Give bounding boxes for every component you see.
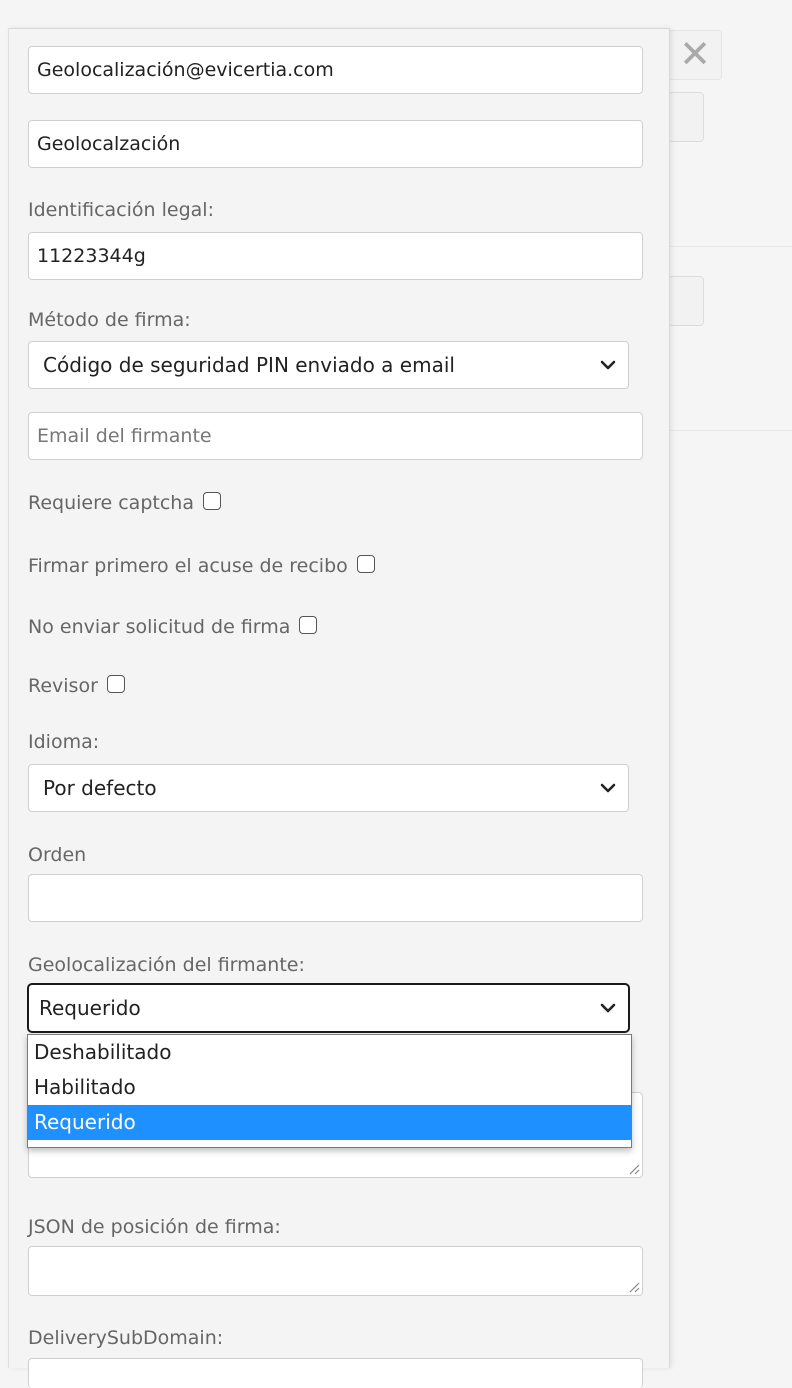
delivery-subdomain-field[interactable] <box>28 1358 643 1388</box>
background-input <box>668 92 704 142</box>
background-divider <box>668 246 792 247</box>
language-select[interactable]: Por defecto <box>28 764 629 812</box>
language-value: Por defecto <box>43 776 157 800</box>
ack-first-checkbox[interactable] <box>356 555 375 573</box>
resize-grip-icon <box>629 1164 640 1175</box>
json-position-label: JSON de posición de firma: <box>28 1216 281 1238</box>
reviewer-row: Revisor <box>28 675 125 697</box>
captcha-row: Requiere captcha <box>28 492 221 514</box>
ack-first-row: Firmar primero el acuse de recibo <box>28 555 375 577</box>
no-request-checkbox[interactable] <box>299 616 318 634</box>
delivery-subdomain-label: DeliverySubDomain: <box>28 1327 224 1349</box>
chevron-down-icon <box>600 1003 616 1013</box>
legal-id-field[interactable]: 11223344g <box>28 232 643 280</box>
captcha-checkbox[interactable] <box>202 492 221 510</box>
chevron-down-icon <box>600 783 616 793</box>
resize-grip-icon <box>629 1282 640 1293</box>
geo-option-required[interactable]: Requerido <box>28 1105 631 1140</box>
geo-label: Geolocalización del firmante: <box>28 954 305 976</box>
sign-method-select[interactable]: Código de seguridad PIN enviado a email <box>28 341 629 389</box>
sign-method-label: Método de firma: <box>28 309 191 331</box>
geo-option-disabled[interactable]: Deshabilitado <box>28 1035 631 1070</box>
json-position-field[interactable] <box>28 1246 643 1296</box>
ack-first-label: Firmar primero el acuse de recibo <box>28 555 348 577</box>
geo-option-enabled[interactable]: Habilitado <box>28 1070 631 1105</box>
geo-value: Requerido <box>39 996 141 1020</box>
geo-dropdown-list: Deshabilitado Habilitado Requerido <box>27 1034 632 1148</box>
reviewer-checkbox[interactable] <box>106 675 125 693</box>
captcha-label: Requiere captcha <box>28 492 194 514</box>
sign-method-value: Código de seguridad PIN enviado a email <box>43 353 455 377</box>
language-label: Idioma: <box>28 731 100 753</box>
order-field[interactable] <box>28 874 643 922</box>
signer-email-field[interactable]: Email del firmante <box>28 412 643 460</box>
geo-select[interactable]: Requerido <box>28 984 629 1032</box>
background-divider <box>668 430 792 431</box>
order-label: Orden <box>28 844 87 866</box>
name-field[interactable]: Geolocalzación <box>28 120 643 168</box>
reviewer-label: Revisor <box>28 675 98 697</box>
legal-id-label: Identificación legal: <box>28 199 214 221</box>
no-request-label: No enviar solicitud de firma <box>28 616 291 638</box>
close-icon[interactable]: ✕ <box>668 30 722 80</box>
chevron-down-icon <box>600 360 616 370</box>
email-field[interactable]: Geolocalización@evicertia.com <box>28 46 643 94</box>
background-input <box>668 276 704 326</box>
no-request-row: No enviar solicitud de firma <box>28 616 318 638</box>
